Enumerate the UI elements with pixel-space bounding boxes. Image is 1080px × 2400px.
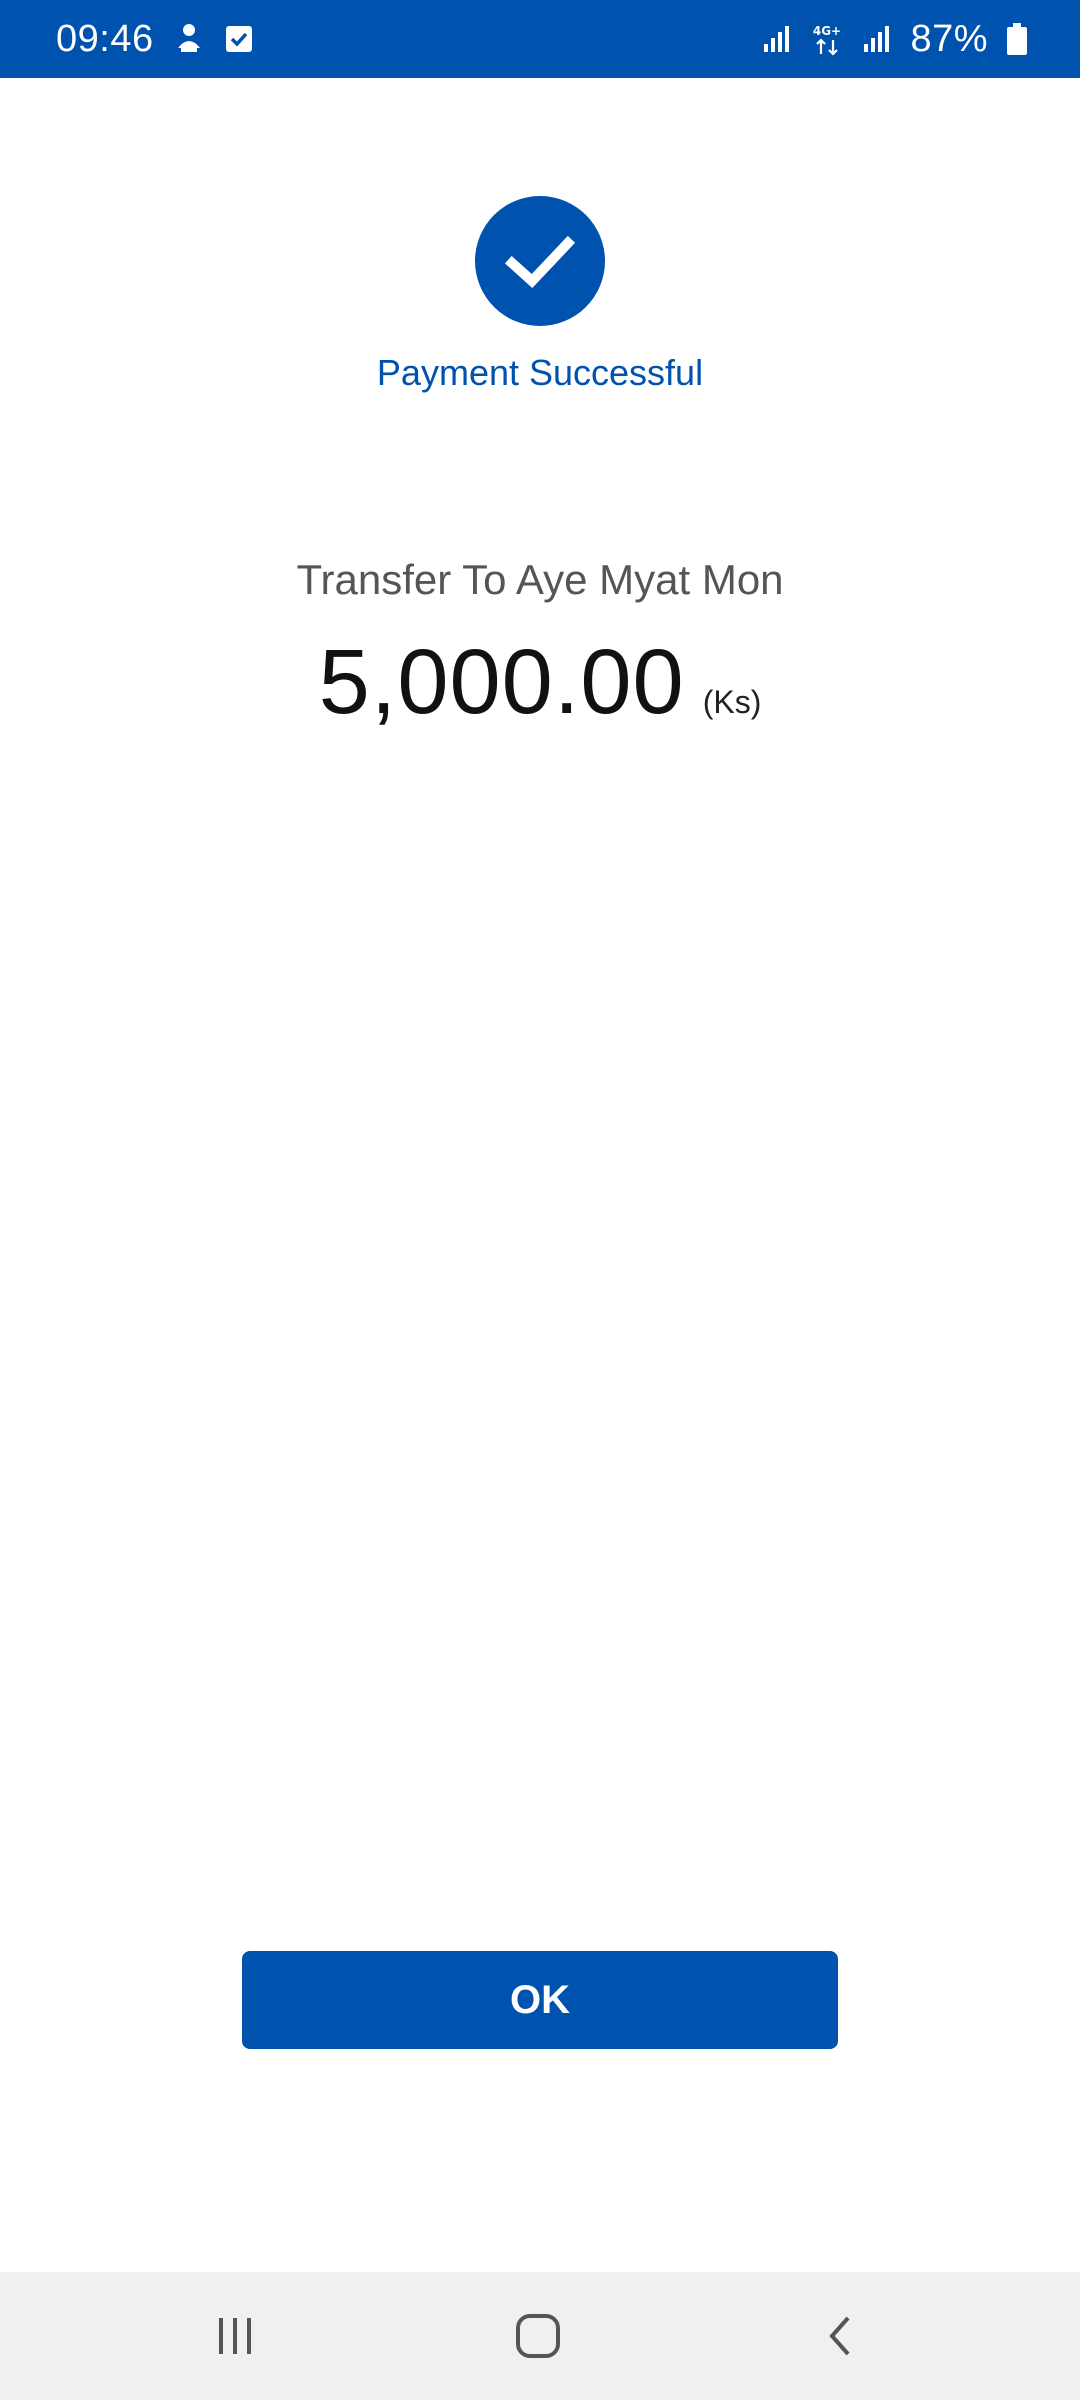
recent-apps-icon	[213, 2314, 257, 2358]
checkbox-icon	[224, 24, 254, 54]
transfer-recipient-label: Transfer To Aye Myat Mon	[296, 556, 784, 603]
back-icon	[820, 2312, 860, 2360]
check-icon	[475, 196, 605, 326]
currency-label: (Ks)	[702, 684, 762, 720]
transfer-amount: 5,000.00	[318, 631, 685, 733]
battery-percentage: 87%	[910, 17, 988, 60]
status-left: 09:46	[56, 18, 254, 61]
amount-row: 5,000.00 (Ks)	[0, 630, 1080, 735]
notification-person-icon	[172, 22, 206, 56]
home-button[interactable]	[458, 2272, 618, 2400]
home-icon	[514, 2312, 562, 2360]
status-time: 09:46	[56, 17, 154, 60]
signal-icon	[762, 24, 792, 54]
4g-icon: 4G+	[810, 22, 844, 56]
status-right: 4G+ 87%	[762, 18, 1028, 61]
ok-button[interactable]: OK	[242, 1951, 838, 2049]
back-button[interactable]	[760, 2272, 920, 2400]
payment-status-title: Payment Successful	[376, 352, 704, 393]
recent-apps-button[interactable]	[155, 2272, 315, 2400]
system-navigation-bar	[0, 2272, 1080, 2400]
signal-icon	[862, 24, 892, 54]
svg-text:4G+: 4G+	[813, 24, 841, 38]
status-bar: 09:46 4G+ 87%	[0, 0, 1080, 78]
battery-icon	[1006, 22, 1028, 56]
success-section: Payment Successful	[0, 196, 1080, 394]
